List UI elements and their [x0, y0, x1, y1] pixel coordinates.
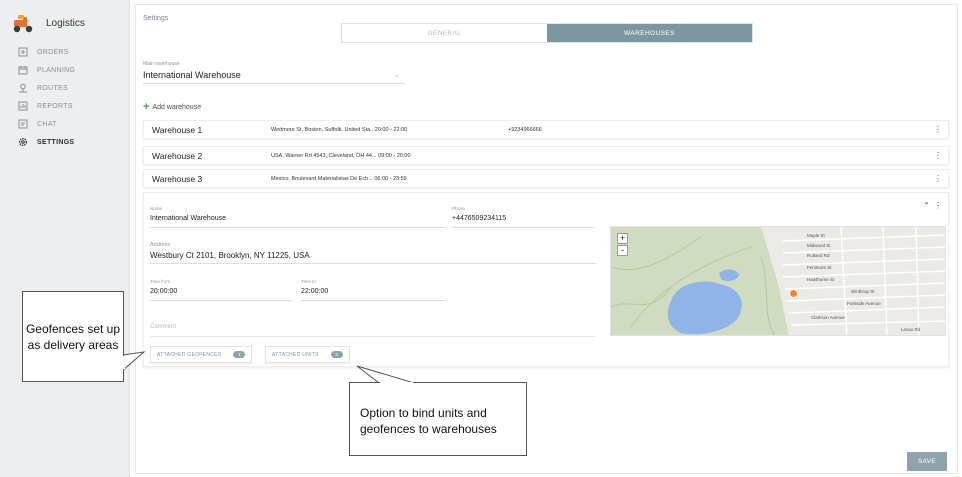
bind-callout: Option to bind units and geofences to wa…	[349, 382, 527, 456]
bind-callout-text: Option to bind units and geofences to wa…	[360, 406, 497, 436]
callout-joint	[380, 382, 413, 384]
geofences-callout-text: Geofences set up as delivery areas	[25, 321, 121, 352]
app-root: Logistics ORDERS PLANNING ROUTES REPORTS…	[0, 0, 962, 477]
callout-joint	[123, 356, 125, 369]
geofences-callout: Geofences set up as delivery areas	[22, 291, 124, 382]
